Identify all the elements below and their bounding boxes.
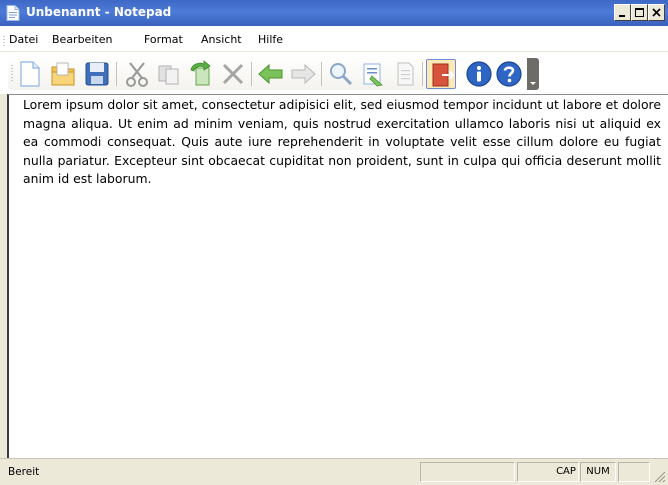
caption-buttons xyxy=(614,4,665,22)
close-button[interactable] xyxy=(648,4,665,21)
redo-button[interactable] xyxy=(288,59,318,89)
paste-button[interactable] xyxy=(186,59,216,89)
editor-content[interactable]: Lorem ipsum dolor sit amet, consectetur … xyxy=(23,96,661,189)
status-bar: Bereit CAP NUM xyxy=(0,458,668,485)
toolbar-overflow-button[interactable] xyxy=(527,58,539,90)
find-button[interactable] xyxy=(326,59,356,89)
menu-bearbeiten[interactable]: Bearbeiten xyxy=(52,33,112,46)
delete-button[interactable] xyxy=(218,59,248,89)
minimize-icon xyxy=(619,15,625,17)
open-folder-icon xyxy=(51,62,75,86)
info-button[interactable] xyxy=(464,59,494,89)
help-icon xyxy=(496,61,522,87)
text-editor[interactable]: Lorem ipsum dolor sit amet, consectetur … xyxy=(7,94,668,458)
menu-bar: Datei Bearbeiten Format Ansicht Hilfe xyxy=(0,26,668,52)
maximize-icon xyxy=(635,8,644,17)
info-icon xyxy=(466,61,492,87)
notepad-window: Unbenannt - Notepad Datei Bearbeiten For… xyxy=(0,0,668,485)
status-text: Bereit xyxy=(8,466,40,478)
num-lock-indicator: NUM xyxy=(586,466,610,477)
save-button[interactable] xyxy=(82,59,112,89)
redo-arrow-icon xyxy=(291,63,316,85)
chevron-down-icon xyxy=(530,82,536,85)
title-bar[interactable]: Unbenannt - Notepad xyxy=(0,0,668,26)
status-pane-blank xyxy=(420,462,515,482)
notepad-document-icon xyxy=(6,5,20,21)
page-setup-button[interactable] xyxy=(390,59,420,89)
open-button[interactable] xyxy=(48,59,78,89)
page-setup-icon xyxy=(397,62,414,86)
toolbar-separator xyxy=(321,62,322,86)
replace-icon xyxy=(363,63,383,87)
help-button[interactable] xyxy=(494,59,524,89)
new-button[interactable] xyxy=(14,59,44,89)
new-document-icon xyxy=(20,61,40,87)
status-pane-num: NUM xyxy=(580,462,616,482)
menu-grip[interactable] xyxy=(3,35,5,47)
menu-format[interactable]: Format xyxy=(144,33,183,46)
copy-icon xyxy=(158,65,179,85)
toolbar-separator xyxy=(422,62,423,86)
resize-grip-icon[interactable] xyxy=(653,470,666,483)
toolbar-separator xyxy=(116,62,117,86)
find-icon xyxy=(330,63,353,86)
minimize-button[interactable] xyxy=(614,4,631,21)
menu-hilfe[interactable]: Hilfe xyxy=(258,33,283,46)
status-pane-caps: CAP xyxy=(517,462,579,482)
toolbar-strip xyxy=(8,54,456,90)
window-title: Unbenannt - Notepad xyxy=(26,5,172,19)
caps-lock-indicator: CAP xyxy=(556,466,576,477)
undo-button[interactable] xyxy=(256,59,286,89)
status-pane-extra xyxy=(618,462,650,482)
toolbar-separator xyxy=(251,62,252,86)
cut-scissors-icon xyxy=(126,62,148,87)
toolbar-grip[interactable] xyxy=(11,64,13,82)
menu-ansicht[interactable]: Ansicht xyxy=(201,33,242,46)
cut-button[interactable] xyxy=(122,59,152,89)
menu-datei[interactable]: Datei xyxy=(9,33,38,46)
toolbar xyxy=(0,52,668,94)
copy-button[interactable] xyxy=(154,59,184,89)
paste-icon xyxy=(190,60,211,86)
delete-icon xyxy=(222,63,244,85)
exit-button[interactable] xyxy=(426,59,456,89)
exit-icon xyxy=(432,63,455,87)
close-icon xyxy=(652,8,661,17)
save-disk-icon xyxy=(85,62,109,86)
replace-button[interactable] xyxy=(358,59,388,89)
maximize-button[interactable] xyxy=(631,4,648,21)
undo-arrow-icon xyxy=(258,63,283,85)
